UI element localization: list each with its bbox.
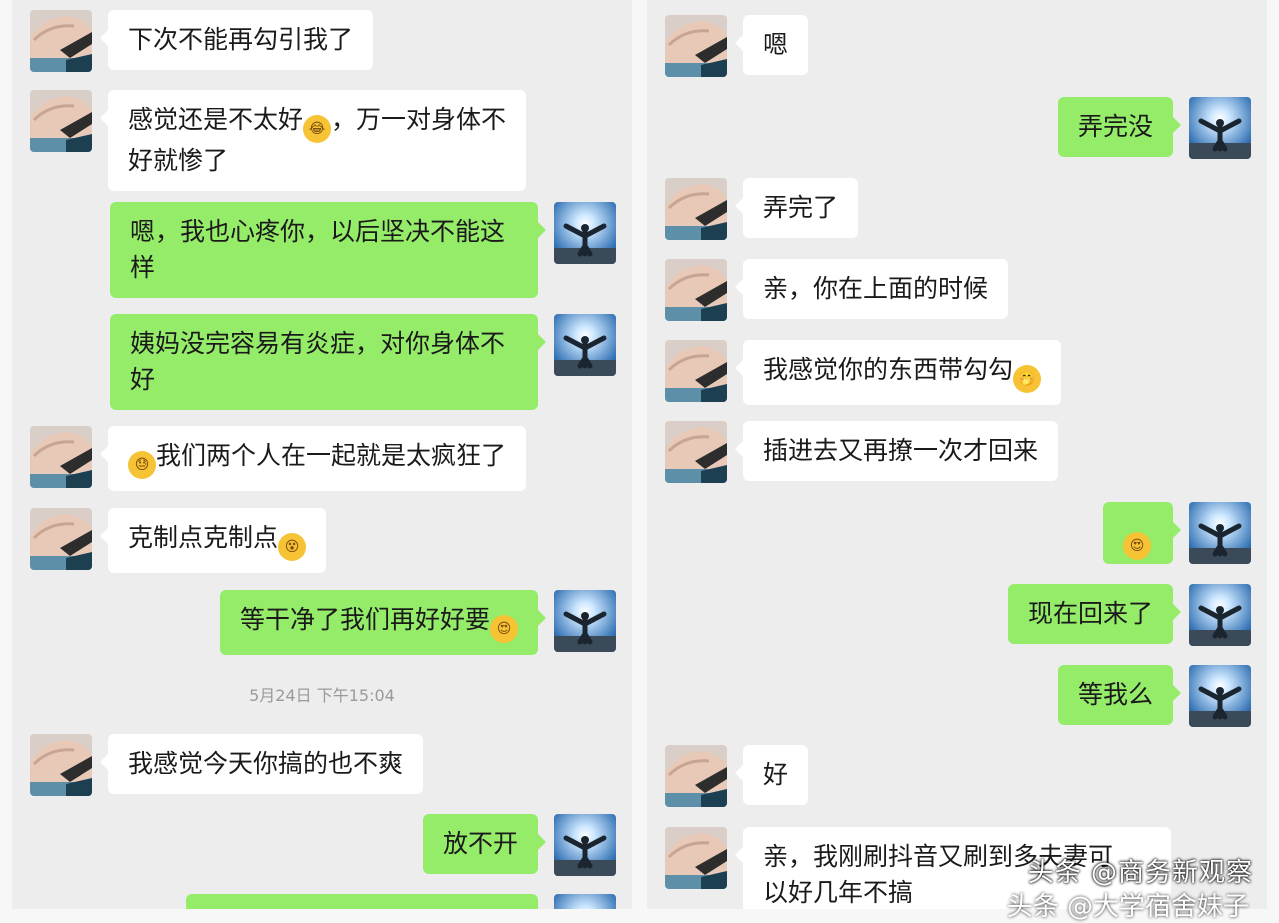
self-avatar[interactable] <box>554 202 616 264</box>
message-outgoing <box>186 894 616 909</box>
message-outgoing: 弄完没 <box>1057 97 1251 159</box>
watermark-text: 头条 @商务新观察 <box>1027 858 1253 888</box>
message-bubble[interactable]: 弄完了 <box>734 178 859 238</box>
self-avatar[interactable] <box>1189 97 1251 159</box>
contact-avatar[interactable] <box>30 734 92 796</box>
message-outgoing: 等我么 <box>1057 665 1251 727</box>
message-bubble-partial[interactable] <box>186 894 538 909</box>
message-bubble[interactable]: 😓 我们两个人在一起就是太疯狂了 <box>99 426 527 491</box>
message-bubble[interactable]: 插进去又再撩一次才回来 <box>734 421 1059 481</box>
message-text: 我感觉你的东西带勾勾 <box>763 355 1014 384</box>
contact-avatar[interactable] <box>665 259 727 321</box>
message-incoming: 感觉还是不太好 😂 ，万一对身体不 好就惨了 <box>30 90 527 191</box>
heart-eyes-emoji-icon: 😍 <box>1123 532 1151 560</box>
message-incoming: 嗯 <box>665 15 809 77</box>
message-outgoing: 姨妈没完容易有炎症，对你身体不 好 <box>110 314 616 410</box>
message-incoming: 克制点克制点 😵 <box>30 508 327 573</box>
message-incoming: 我感觉今天你搞的也不爽 <box>30 734 424 796</box>
message-incoming: 好 <box>665 745 809 807</box>
self-avatar[interactable] <box>554 314 616 376</box>
message-bubble[interactable]: 我感觉今天你搞的也不爽 <box>99 734 424 794</box>
self-avatar[interactable] <box>1189 502 1251 564</box>
message-timestamp: 5月24日 下午15:04 <box>249 686 395 705</box>
message-bubble[interactable]: 😍 <box>1103 502 1181 564</box>
message-text: 克制点克制点 <box>128 523 279 552</box>
message-outgoing: 等干净了我们再好好要 😍 <box>219 590 616 655</box>
watermark-text-secondary: 头条 @大学宿舍妹子 <box>1006 892 1249 922</box>
message-bubble[interactable]: 弄完没 <box>1057 97 1182 157</box>
self-avatar[interactable] <box>554 590 616 652</box>
message-bubble[interactable]: 嗯，我也心疼你，以后坚决不能这 样 <box>110 202 546 298</box>
message-text: 感觉还是不太好 <box>128 105 304 134</box>
message-outgoing: 嗯，我也心疼你，以后坚决不能这 样 <box>110 202 616 298</box>
sweat-emoji-icon: 😓 <box>128 451 156 479</box>
message-bubble[interactable]: 放不开 <box>422 814 547 874</box>
self-avatar[interactable] <box>554 814 616 876</box>
contact-avatar[interactable] <box>665 827 727 889</box>
message-incoming: 😓 我们两个人在一起就是太疯狂了 <box>30 426 527 491</box>
message-incoming: 插进去又再撩一次才回来 <box>665 421 1059 483</box>
shy-emoji-icon: 🤭 <box>1013 365 1042 393</box>
contact-avatar[interactable] <box>665 745 727 807</box>
self-avatar[interactable] <box>1189 665 1251 727</box>
self-avatar[interactable] <box>1189 584 1251 646</box>
message-outgoing: 😍 <box>1103 502 1251 564</box>
message-bubble[interactable]: 嗯 <box>734 15 809 75</box>
message-bubble[interactable]: 感觉还是不太好 😂 ，万一对身体不 好就惨了 <box>99 90 527 191</box>
message-incoming: 我感觉你的东西带勾勾 🤭 <box>665 340 1062 405</box>
message-bubble[interactable]: 我感觉你的东西带勾勾 🤭 <box>734 340 1062 405</box>
message-outgoing: 现在回来了 <box>1007 584 1251 646</box>
message-text: 等干净了我们再好好要 <box>239 605 490 634</box>
dizzy-emoji-icon: 😵 <box>278 533 307 561</box>
message-bubble[interactable]: 克制点克制点 😵 <box>99 508 327 573</box>
contact-avatar[interactable] <box>30 10 92 72</box>
heart-eyes-emoji-icon: 😍 <box>490 615 518 643</box>
contact-avatar[interactable] <box>30 508 92 570</box>
message-incoming: 弄完了 <box>665 178 859 240</box>
message-incoming: 亲，你在上面的时候 <box>665 259 1009 321</box>
self-avatar[interactable] <box>554 894 616 909</box>
right-chat-panel: 嗯 弄完没 弄完了 亲，你在上面的时候 我感觉你的东西带勾勾 🤭 插进去又再撩一次… <box>647 0 1267 909</box>
message-bubble[interactable]: 下次不能再勾引我了 <box>99 10 374 70</box>
message-text: 我们两个人在一起就是太疯狂了 <box>156 441 507 470</box>
contact-avatar[interactable] <box>30 90 92 152</box>
message-bubble[interactable]: 好 <box>734 745 809 805</box>
contact-avatar[interactable] <box>665 421 727 483</box>
laugh-cry-emoji-icon: 😂 <box>303 115 332 143</box>
left-chat-panel: 下次不能再勾引我了 感觉还是不太好 😂 ，万一对身体不 好就惨了 嗯，我也心疼你，以… <box>12 0 632 909</box>
message-outgoing: 放不开 <box>422 814 616 876</box>
message-bubble[interactable]: 姨妈没完容易有炎症，对你身体不 好 <box>110 314 546 410</box>
contact-avatar[interactable] <box>665 178 727 240</box>
message-bubble[interactable]: 亲，你在上面的时候 <box>734 259 1009 319</box>
message-bubble[interactable]: 现在回来了 <box>1007 584 1182 644</box>
message-bubble[interactable]: 等我么 <box>1057 665 1182 725</box>
contact-avatar[interactable] <box>665 15 727 77</box>
contact-avatar[interactable] <box>665 340 727 402</box>
contact-avatar[interactable] <box>30 426 92 488</box>
message-bubble[interactable]: 等干净了我们再好好要 😍 <box>219 590 547 655</box>
message-incoming: 下次不能再勾引我了 <box>30 10 374 72</box>
